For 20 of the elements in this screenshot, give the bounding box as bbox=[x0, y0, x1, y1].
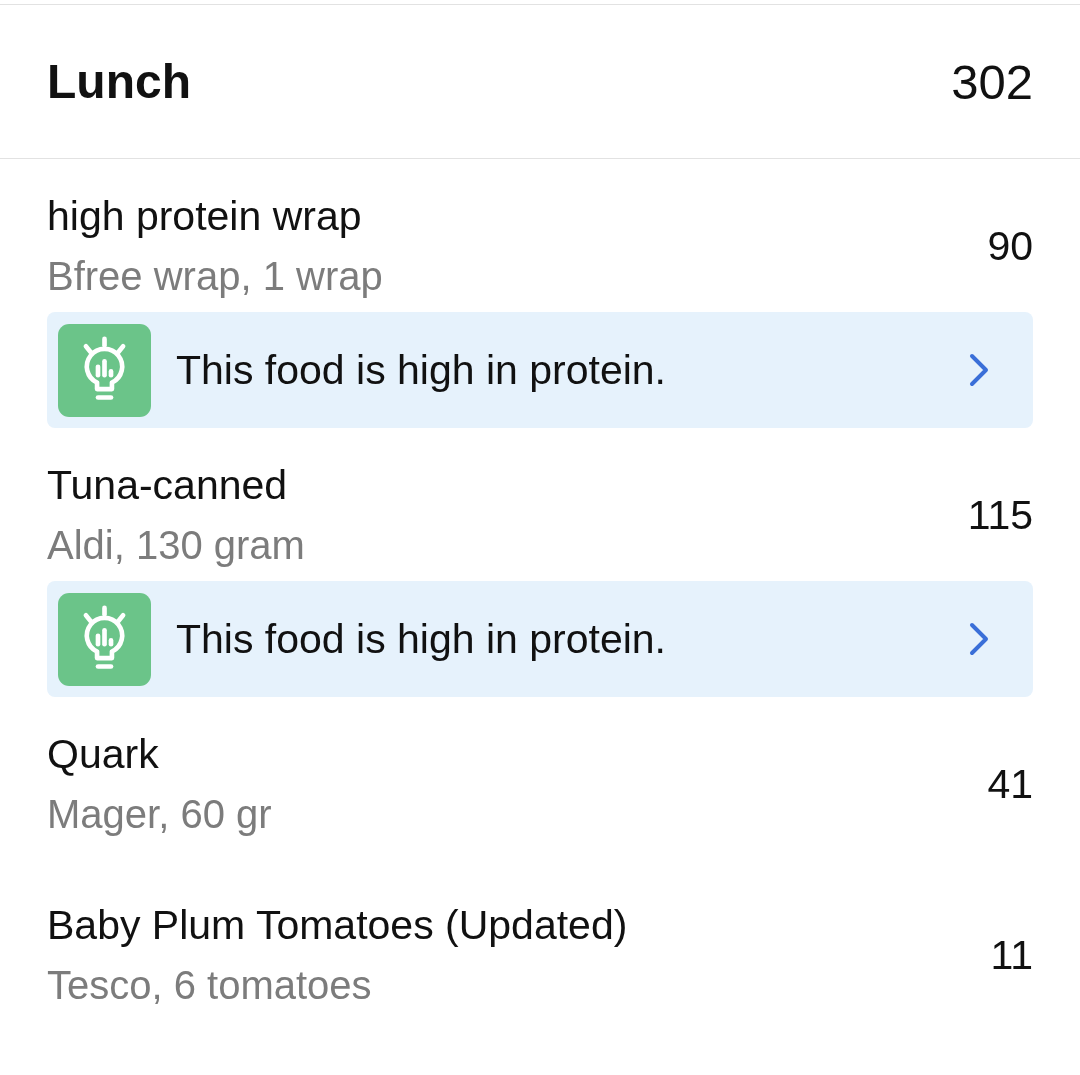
meal-calories: 302 bbox=[951, 53, 1033, 111]
meal-title: Lunch bbox=[47, 53, 191, 110]
food-detail: Aldi, 130 gram bbox=[47, 522, 305, 569]
food-detail: Bfree wrap, 1 wrap bbox=[47, 253, 383, 300]
chevron-right-icon bbox=[968, 352, 990, 388]
tip-banner[interactable]: This food is high in protein. bbox=[47, 312, 1033, 428]
food-detail: Mager, 60 gr bbox=[47, 791, 272, 838]
calorie-count: 41 bbox=[987, 760, 1033, 808]
lightbulb-icon bbox=[58, 592, 151, 686]
food-name: Tuna-canned bbox=[47, 461, 288, 509]
lightbulb-icon bbox=[58, 323, 151, 417]
food-detail: Tesco, 6 tomatoes bbox=[47, 962, 372, 1009]
calorie-count: 115 bbox=[967, 491, 1033, 539]
food-name: Quark bbox=[47, 730, 159, 778]
tip-banner[interactable]: This food is high in protein. bbox=[47, 581, 1033, 697]
food-name: high protein wrap bbox=[47, 192, 362, 240]
food-name: Baby Plum Tomatoes (Updated) bbox=[47, 901, 628, 949]
chevron-right-icon bbox=[968, 621, 990, 657]
calorie-count: 90 bbox=[987, 222, 1033, 270]
calorie-count: 11 bbox=[990, 931, 1033, 979]
